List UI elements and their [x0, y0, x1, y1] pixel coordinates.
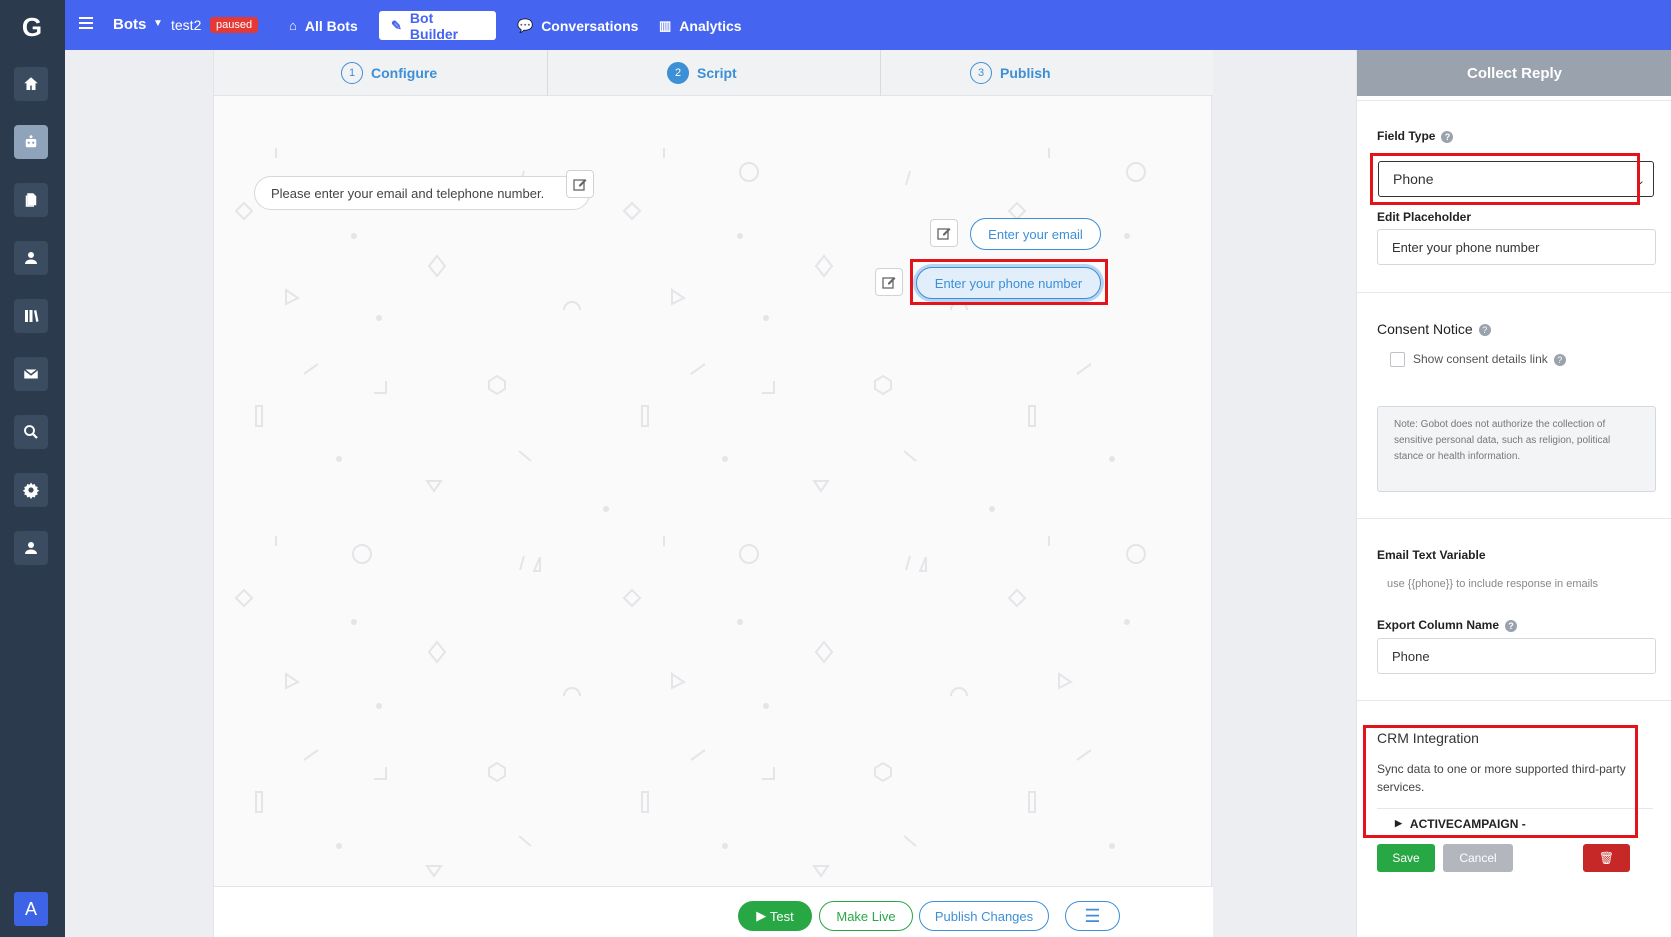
divider — [1357, 100, 1671, 101]
email-text-variable-label: Email Text Variable — [1377, 548, 1486, 562]
consent-notice-label: Consent Notice? — [1377, 321, 1491, 337]
export-column-label: Export Column Name? — [1377, 618, 1518, 632]
bots-menu[interactable]: Bots — [113, 16, 146, 33]
menu-button[interactable]: ☰ — [1065, 901, 1120, 931]
test-button[interactable]: ▶ Test — [738, 901, 812, 931]
step-progress: 1 Configure 2 Script 3 Publish — [214, 50, 1213, 96]
edit-icon[interactable] — [930, 219, 958, 247]
robot-icon[interactable] — [14, 125, 48, 159]
menu-icon[interactable] — [79, 17, 93, 31]
pencil-icon: ✎ — [391, 17, 402, 33]
consent-note: Note: Gobot does not authorize the colle… — [1377, 406, 1656, 492]
show-consent-label: Show consent details link? — [1413, 352, 1566, 366]
top-bar: Bots ▼ test2 paused ⌂ All Bots ✎ Bot Build… — [65, 0, 1671, 50]
crm-description: Sync data to one or more supported third… — [1377, 762, 1626, 794]
tab-analytics[interactable]: ▥ Analytics — [647, 11, 754, 40]
tab-bot-builder[interactable]: ✎ Bot Builder — [379, 10, 496, 42]
mail-icon[interactable] — [14, 357, 48, 391]
reply-phone-bubble[interactable]: Enter your phone number — [916, 267, 1101, 299]
avatar[interactable]: A — [14, 892, 48, 926]
collect-reply-panel: Collect Reply Field Type? Phone ⌄ Edit Pl… — [1356, 50, 1671, 937]
list-icon: ☰ — [1084, 905, 1101, 926]
step-publish[interactable]: 3 Publish — [970, 62, 1051, 84]
trash-icon: 🗑 — [1598, 851, 1615, 865]
edit-icon[interactable] — [566, 170, 594, 198]
status-badge: paused — [210, 17, 259, 33]
bot-name: test2 — [171, 17, 202, 33]
gear-icon[interactable] — [14, 473, 48, 507]
tab-all-bots[interactable]: ⌂ All Bots — [277, 11, 370, 40]
help-icon[interactable]: ? — [1553, 353, 1566, 366]
edit-placeholder-label: Edit Placeholder — [1377, 210, 1472, 224]
tab-conversations[interactable]: 💬 Conversations — [505, 11, 650, 40]
documents-icon[interactable] — [14, 183, 48, 217]
placeholder-input[interactable]: Enter your phone number — [1377, 229, 1656, 265]
home-icon[interactable] — [14, 67, 48, 101]
caret-down-icon[interactable]: ▼ — [153, 18, 163, 29]
email-text-variable-hint: use {{phone}} to include response in ema… — [1387, 578, 1598, 590]
search-icon[interactable] — [14, 415, 48, 449]
export-column-input[interactable]: Phone — [1377, 638, 1656, 674]
field-type-label: Field Type? — [1377, 129, 1454, 143]
cancel-button[interactable]: Cancel — [1443, 844, 1513, 872]
consent-checkbox[interactable] — [1390, 352, 1405, 367]
edit-icon[interactable] — [875, 268, 903, 296]
chevron-down-icon: ⌄ — [1635, 175, 1645, 187]
play-icon: ▶ — [756, 908, 770, 923]
script-canvas: Please enter your email and telephone nu… — [214, 96, 1213, 886]
bar-chart-icon: ▥ — [659, 17, 672, 33]
user-icon[interactable] — [14, 241, 48, 275]
background-pattern — [234, 148, 1146, 878]
bot-builder-canvas: 1 Configure 2 Script 3 Publish Please en… — [213, 50, 1213, 937]
home-icon: ⌂ — [289, 18, 297, 33]
help-icon[interactable]: ? — [1505, 619, 1518, 632]
app-logo[interactable]: G — [14, 12, 50, 42]
divider — [1357, 292, 1671, 293]
reply-email-bubble[interactable]: Enter your email — [970, 218, 1101, 250]
bot-message-bubble[interactable]: Please enter your email and telephone nu… — [254, 176, 590, 210]
divider — [1357, 700, 1671, 701]
field-type-select[interactable]: Phone ⌄ — [1378, 161, 1654, 197]
panel-title: Collect Reply — [1357, 50, 1671, 96]
caret-right-icon: ▶ — [1395, 818, 1402, 828]
step-script[interactable]: 2 Script — [667, 62, 737, 84]
step-divider — [547, 50, 548, 96]
account-icon[interactable] — [14, 531, 48, 565]
step-divider — [880, 50, 881, 96]
make-live-button[interactable]: Make Live — [819, 901, 913, 931]
step-configure[interactable]: 1 Configure — [341, 62, 437, 84]
crm-title: CRM Integration — [1377, 730, 1479, 746]
left-nav: G A — [0, 0, 65, 937]
help-icon[interactable]: ? — [1441, 130, 1454, 143]
publish-changes-button[interactable]: Publish Changes — [919, 901, 1049, 931]
library-icon[interactable] — [14, 299, 48, 333]
save-button[interactable]: Save — [1377, 844, 1435, 872]
builder-footer: ▶ Test Make Live Publish Changes ☰ — [214, 886, 1213, 937]
delete-button[interactable]: 🗑 — [1583, 844, 1630, 872]
crm-item-activecampaign[interactable]: ▶ ACTIVECAMPAIGN - — [1377, 808, 1653, 838]
chat-icon: 💬 — [517, 17, 534, 33]
help-icon[interactable]: ? — [1478, 324, 1491, 337]
divider — [1357, 518, 1671, 519]
